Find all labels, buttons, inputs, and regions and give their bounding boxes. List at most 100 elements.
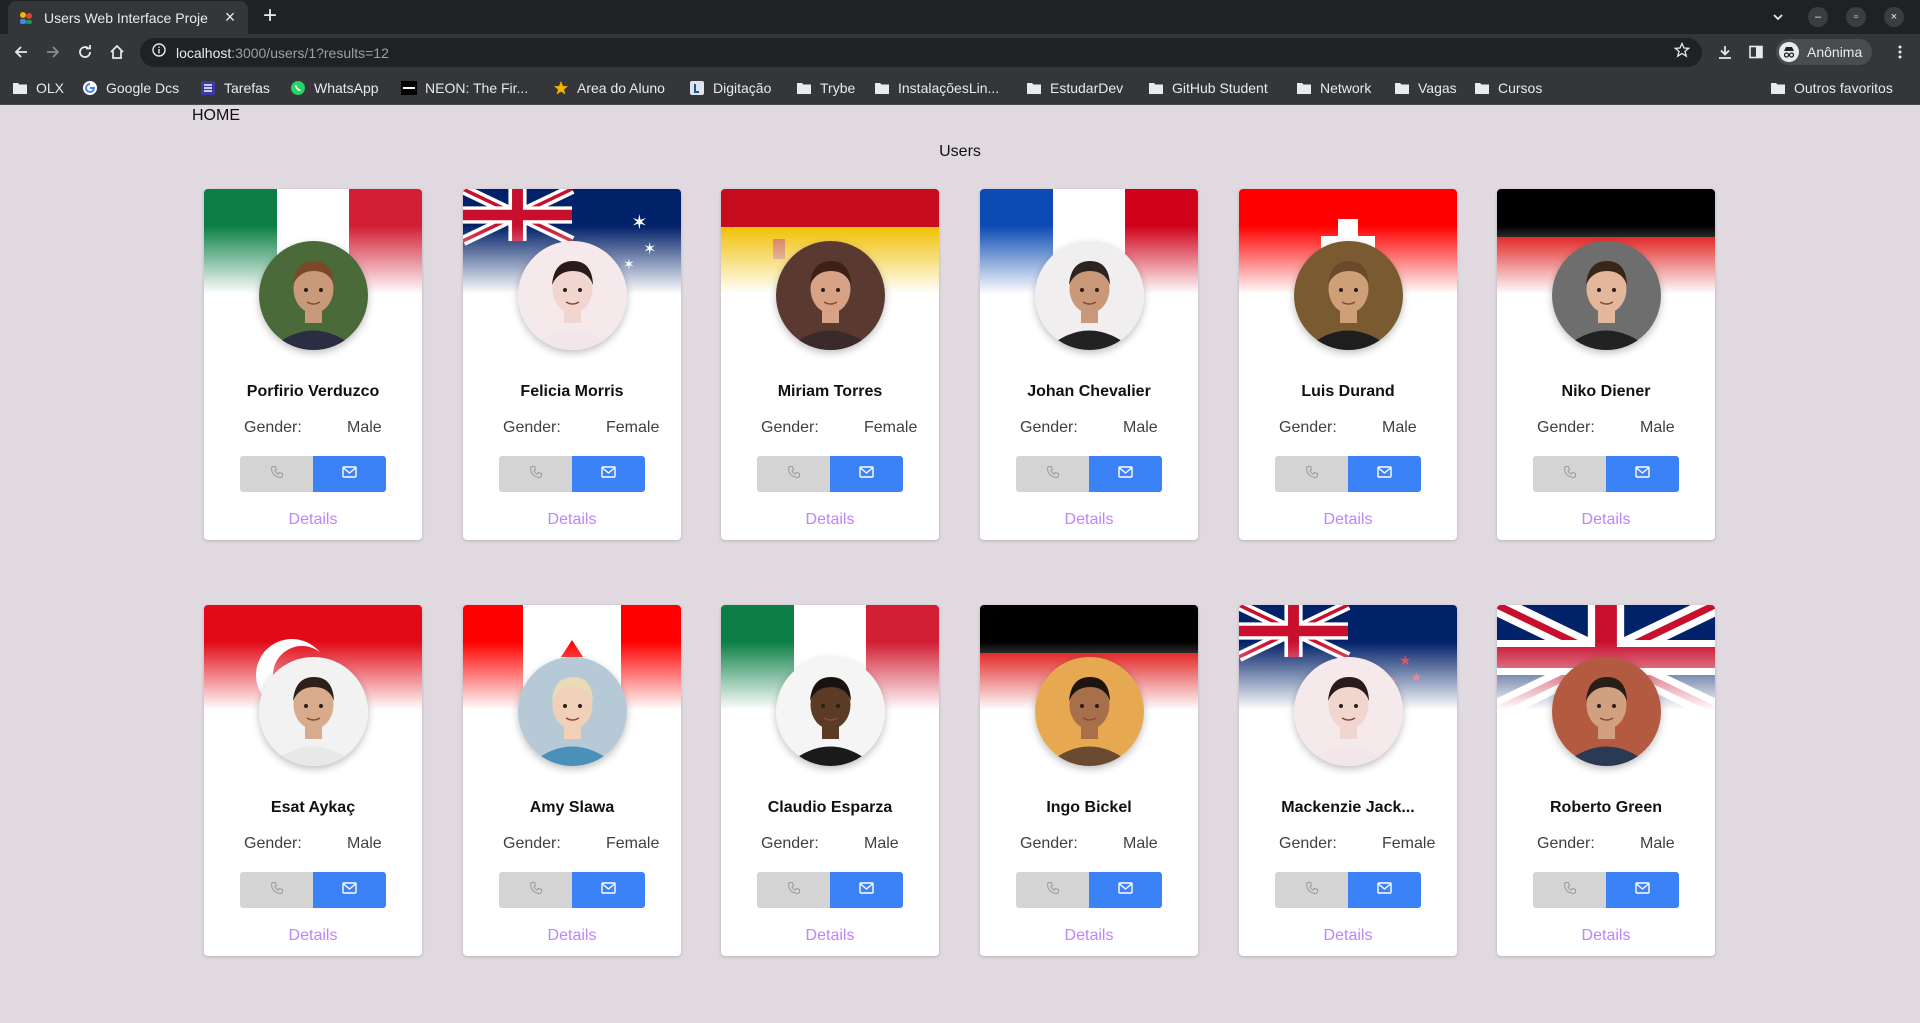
bookmark-item[interactable]: Network: [1296, 78, 1371, 98]
details-link[interactable]: Details: [1239, 927, 1457, 945]
home-link[interactable]: HOME: [192, 107, 240, 125]
email-button[interactable]: [313, 456, 386, 492]
site-info-icon[interactable]: [152, 43, 166, 62]
phone-button[interactable]: [1533, 456, 1606, 492]
page-title: Users: [939, 143, 981, 160]
phone-button[interactable]: [240, 456, 313, 492]
gender-label: Gender:: [1020, 419, 1078, 436]
star-icon: [553, 80, 569, 96]
tab-close-icon[interactable]: ×: [220, 7, 240, 28]
user-card: Miriam Torres Gender: Female Details: [721, 189, 939, 540]
details-link[interactable]: Details: [721, 927, 939, 945]
url-text: localhost:3000/users/1?results=12: [176, 44, 389, 61]
user-card: Ingo Bickel Gender: Male Details: [980, 605, 1198, 956]
download-icon[interactable]: [1713, 40, 1737, 64]
folder-icon: [1770, 80, 1786, 96]
minimize-button[interactable]: –: [1808, 7, 1828, 27]
restore-button[interactable]: ▫: [1846, 7, 1866, 27]
address-bar[interactable]: localhost:3000/users/1?results=12: [140, 38, 1702, 67]
bookmark-item[interactable]: WhatsApp: [290, 78, 379, 98]
phone-button[interactable]: [1275, 872, 1348, 908]
bookmark-item[interactable]: Area do Aluno: [553, 78, 665, 98]
bookmark-label: Trybe: [820, 80, 856, 96]
phone-button[interactable]: [499, 872, 572, 908]
email-button[interactable]: [572, 872, 645, 908]
email-button[interactable]: [1089, 872, 1162, 908]
bookmark-label: Google Dcs: [106, 80, 180, 96]
phone-button[interactable]: [1275, 456, 1348, 492]
more-menu-icon[interactable]: [1888, 40, 1912, 64]
whatsapp-icon: [290, 80, 306, 96]
details-link[interactable]: Details: [204, 927, 422, 945]
details-link[interactable]: Details: [463, 511, 681, 529]
email-button[interactable]: [830, 456, 903, 492]
bookmark-item[interactable]: Digitação: [689, 78, 771, 98]
gender-value: Male: [1640, 835, 1675, 852]
page-content: HOME Users Porfirio Verduzco Gender: Male D…: [0, 105, 1920, 1023]
bookmark-item[interactable]: GitHub Student: [1148, 78, 1268, 98]
details-link[interactable]: Details: [1497, 511, 1715, 529]
phone-icon: [529, 465, 543, 484]
email-button[interactable]: [572, 456, 645, 492]
mail-icon: [1635, 465, 1650, 483]
phone-button[interactable]: [240, 872, 313, 908]
gender-label: Gender:: [1537, 835, 1595, 852]
avatar: [776, 241, 885, 350]
phone-button[interactable]: [499, 456, 572, 492]
email-button[interactable]: [1089, 456, 1162, 492]
new-tab-button[interactable]: +: [258, 4, 282, 29]
details-link[interactable]: Details: [980, 511, 1198, 529]
mail-icon: [601, 881, 616, 899]
avatar: [776, 657, 885, 766]
phone-button[interactable]: [1016, 872, 1089, 908]
phone-button[interactable]: [1533, 872, 1606, 908]
phone-button[interactable]: [757, 872, 830, 908]
phone-button[interactable]: [757, 456, 830, 492]
forward-button[interactable]: [40, 39, 66, 65]
side-panel-icon[interactable]: [1744, 40, 1768, 64]
bookmark-item[interactable]: Cursos: [1474, 78, 1542, 98]
back-button[interactable]: [8, 39, 34, 65]
folder-icon: [874, 80, 890, 96]
details-link[interactable]: Details: [1239, 511, 1457, 529]
user-name: Claudio Esparza: [767, 799, 893, 816]
reload-button[interactable]: [72, 39, 98, 65]
user-name: Ingo Bickel: [1046, 799, 1132, 816]
app-favicon-icon: [18, 10, 34, 26]
details-link[interactable]: Details: [980, 927, 1198, 945]
bookmark-item[interactable]: OLX: [12, 78, 64, 98]
home-button[interactable]: [104, 39, 130, 65]
avatar: [1552, 241, 1661, 350]
profile-button[interactable]: Anônima: [1776, 39, 1873, 65]
email-button[interactable]: [1348, 456, 1421, 492]
details-link[interactable]: Details: [1497, 927, 1715, 945]
email-button[interactable]: [313, 872, 386, 908]
details-link[interactable]: Details: [721, 511, 939, 529]
gender-value: Male: [1123, 419, 1158, 436]
bookmark-label: Area do Aluno: [577, 80, 665, 96]
avatar: [1035, 657, 1144, 766]
phone-icon: [1563, 881, 1577, 900]
bookmark-item[interactable]: InstalaçõesLin...: [874, 78, 999, 98]
bookmark-item[interactable]: Trybe: [796, 78, 855, 98]
bookmark-star-icon[interactable]: [1673, 41, 1691, 63]
tab-search-icon[interactable]: [1768, 7, 1788, 27]
bookmark-item[interactable]: NEON: The Fir...: [401, 78, 528, 98]
email-button[interactable]: [1606, 456, 1679, 492]
phone-icon: [1046, 881, 1060, 900]
user-name: Amy Slawa: [529, 799, 615, 816]
user-card: ✶✶✶✶ Felicia MorrisGender:FemaleDetails: [463, 189, 681, 540]
bookmark-item[interactable]: Tarefas: [200, 78, 270, 98]
email-button[interactable]: [1606, 872, 1679, 908]
other-bookmarks[interactable]: Outros favoritos: [1770, 78, 1893, 98]
email-button[interactable]: [1348, 872, 1421, 908]
details-link[interactable]: Details: [204, 511, 422, 529]
details-link[interactable]: Details: [463, 927, 681, 945]
close-window-button[interactable]: ×: [1884, 7, 1904, 27]
browser-tab-active[interactable]: Users Web Interface Proje ×: [8, 1, 248, 34]
phone-button[interactable]: [1016, 456, 1089, 492]
bookmark-item[interactable]: Vagas: [1394, 78, 1457, 98]
bookmark-item[interactable]: Google Dcs: [82, 78, 179, 98]
email-button[interactable]: [830, 872, 903, 908]
bookmark-item[interactable]: EstudarDev: [1026, 78, 1123, 98]
